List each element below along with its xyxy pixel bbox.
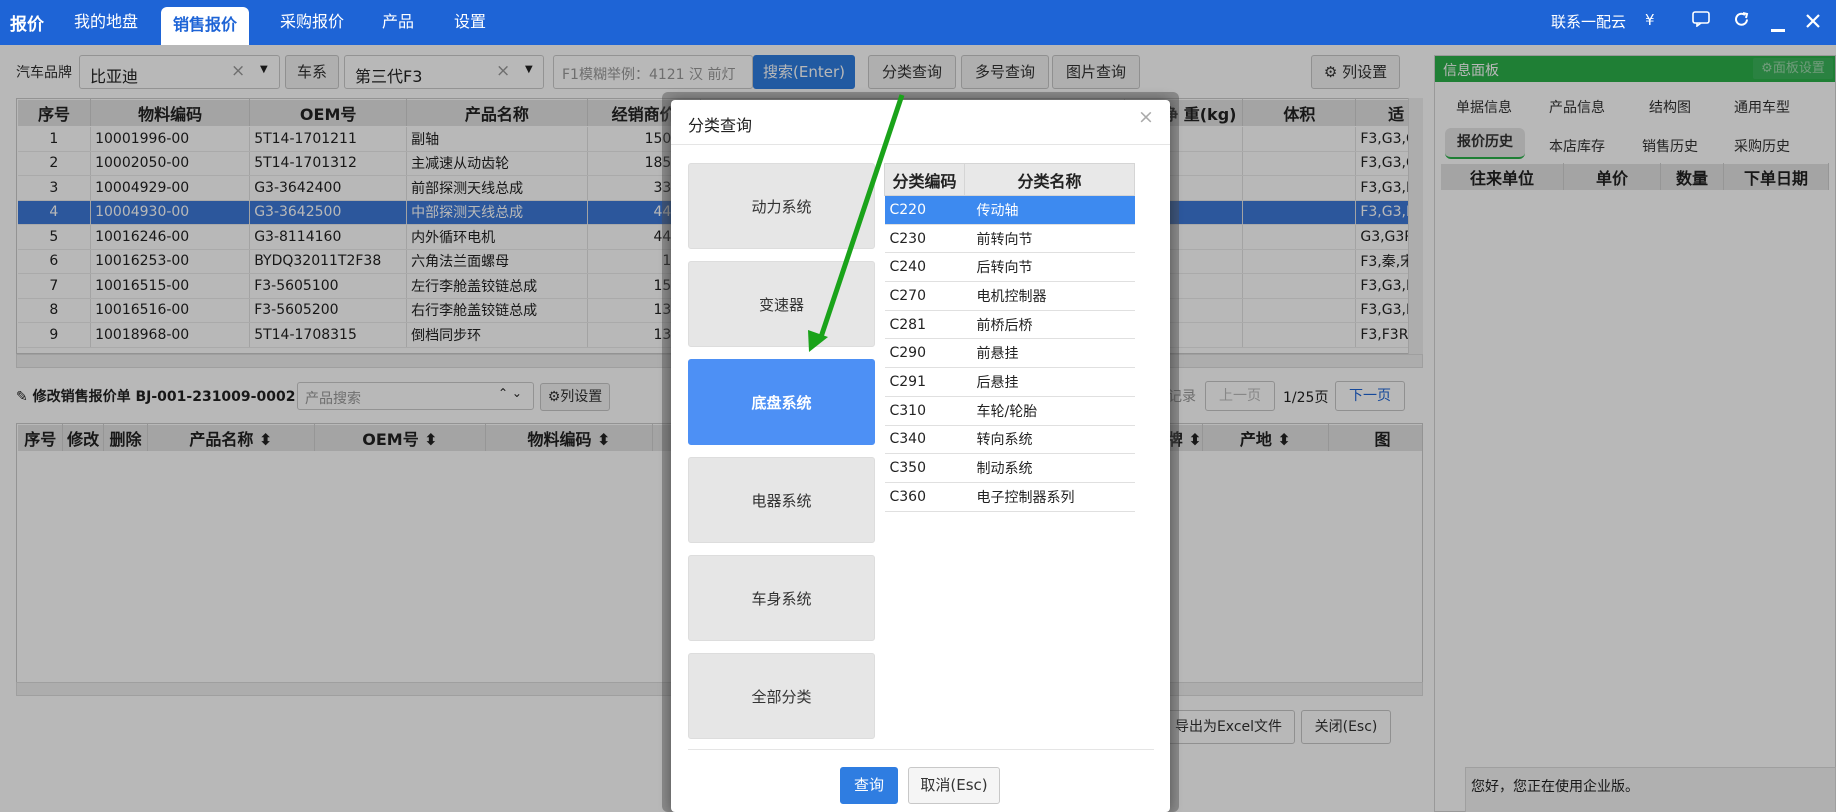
annotation-arrow (808, 94, 905, 352)
